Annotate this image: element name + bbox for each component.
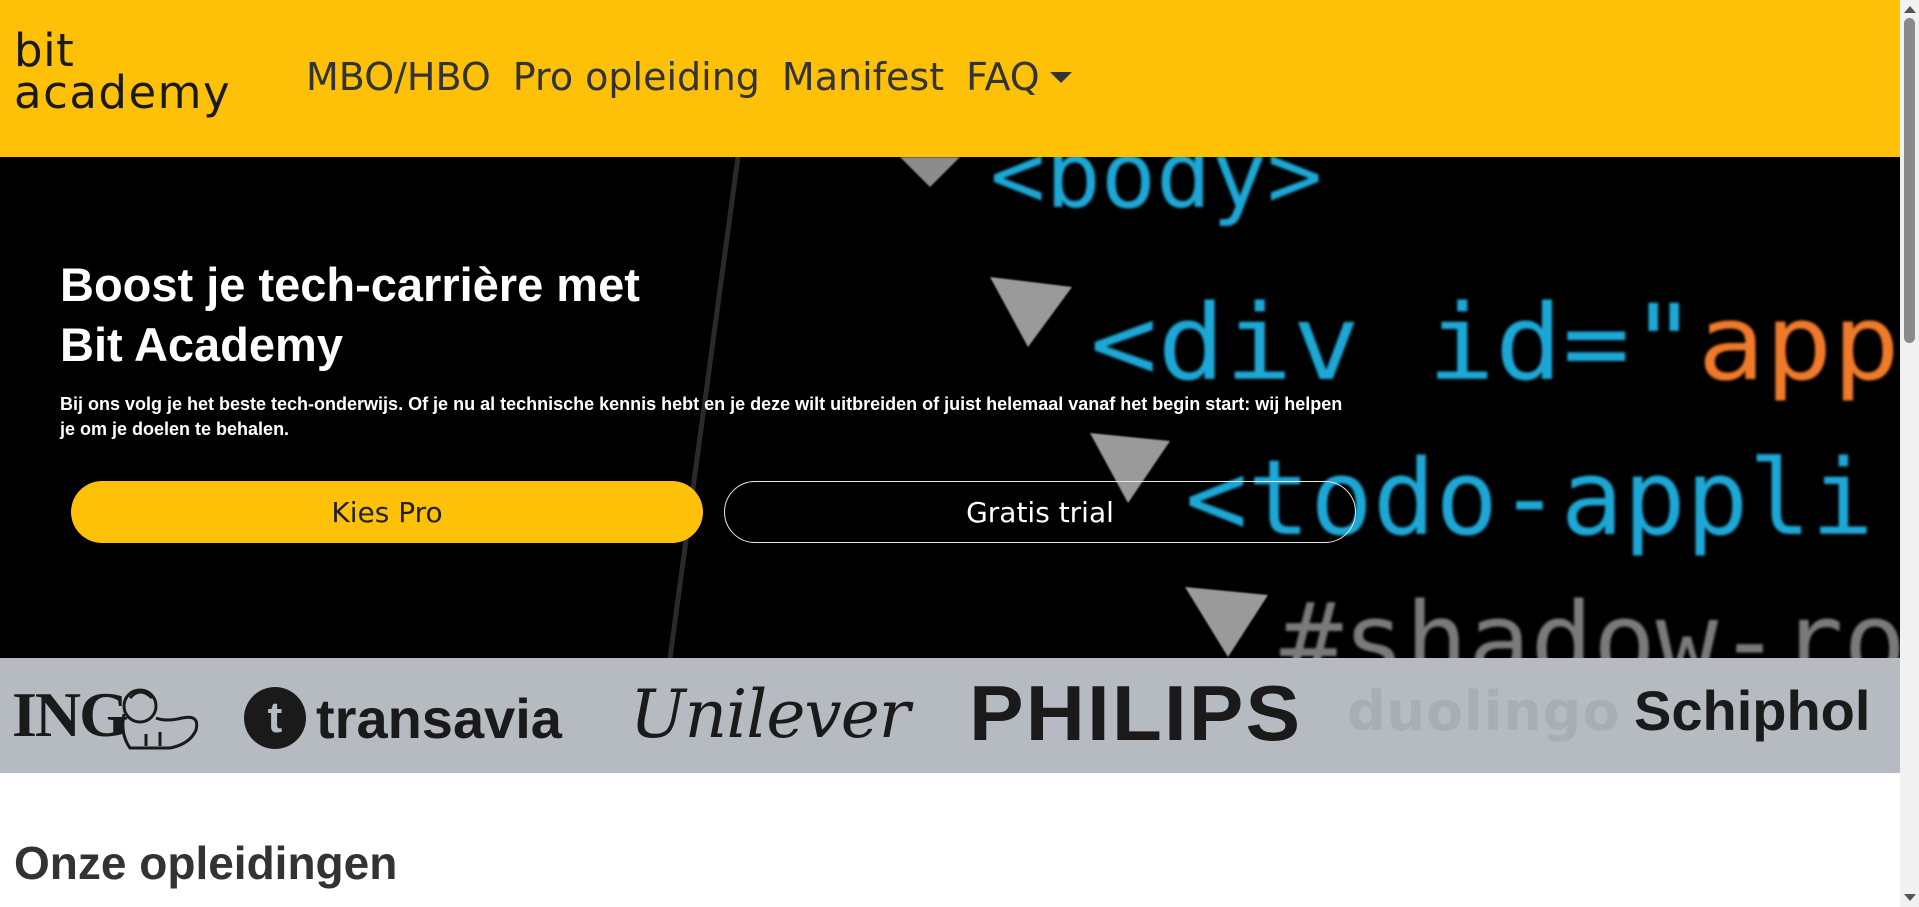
nav-link-faq-label: FAQ <box>966 55 1040 99</box>
partner-logo-unilever: Unilever <box>630 676 910 753</box>
partner-logo-transavia: t transavia <box>244 678 562 758</box>
logo[interactable]: bit academy <box>14 28 270 126</box>
page: bit academy MBO/HBO Pro opleiding Manife… <box>0 0 1919 907</box>
page-scrollbar[interactable] <box>1900 0 1919 907</box>
main-nav: MBO/HBO Pro opleiding Manifest FAQ <box>295 50 1083 104</box>
transavia-logo-mark: t <box>244 687 306 749</box>
scroll-down-arrow-icon[interactable] <box>1904 894 1916 901</box>
hero-description: Bij ons volg je het beste tech-onderwijs… <box>60 394 1343 439</box>
hero-title-line2: Bit Academy <box>60 318 343 371</box>
triangle-icon <box>1185 587 1268 657</box>
scroll-thumb[interactable] <box>1904 18 1915 343</box>
logo-line-academy: academy <box>14 66 232 119</box>
code-line-4: #shadow-ro <box>1280 580 1900 658</box>
partner-logo-schiphol: Schiphol <box>1634 679 1871 742</box>
nav-link-pro-opleiding[interactable]: Pro opleiding <box>502 55 771 99</box>
nav-dropdown-faq[interactable]: FAQ <box>955 55 1083 99</box>
triangle-icon <box>990 277 1072 347</box>
navbar: bit academy MBO/HBO Pro opleiding Manife… <box>0 0 1900 157</box>
lion-icon <box>121 688 199 750</box>
triangle-icon <box>900 157 960 187</box>
gratis-trial-button[interactable]: Gratis trial <box>724 481 1356 543</box>
nav-link-manifest[interactable]: Manifest <box>771 55 955 99</box>
kies-pro-button[interactable]: Kies Pro <box>71 481 703 543</box>
code-line-1: <body> <box>990 157 1322 229</box>
caret-down-icon <box>1049 71 1072 83</box>
partner-logo-ing: ING <box>12 678 207 756</box>
hero-title-line1: Boost je tech-carrière met <box>60 258 640 311</box>
partner-logo-duolingo: duolingo <box>1347 680 1621 743</box>
partner-logos: ING t transavia Unilever PHILIPS duoling… <box>0 658 1900 773</box>
hero-title: Boost je tech-carrière met Bit Academy <box>60 255 760 375</box>
nav-link-mbo-hbo[interactable]: MBO/HBO <box>295 55 502 99</box>
transavia-wordmark: transavia <box>316 686 562 750</box>
scroll-up-arrow-icon[interactable] <box>1904 6 1916 13</box>
hero-section: <body> <div id=" app <todo-appli #shadow-… <box>0 157 1900 658</box>
section-title-opleidingen: Onze opleidingen <box>14 837 398 889</box>
code-line-2: <div id=" app <box>1090 282 1900 404</box>
partner-logo-philips: PHILIPS <box>969 669 1303 757</box>
